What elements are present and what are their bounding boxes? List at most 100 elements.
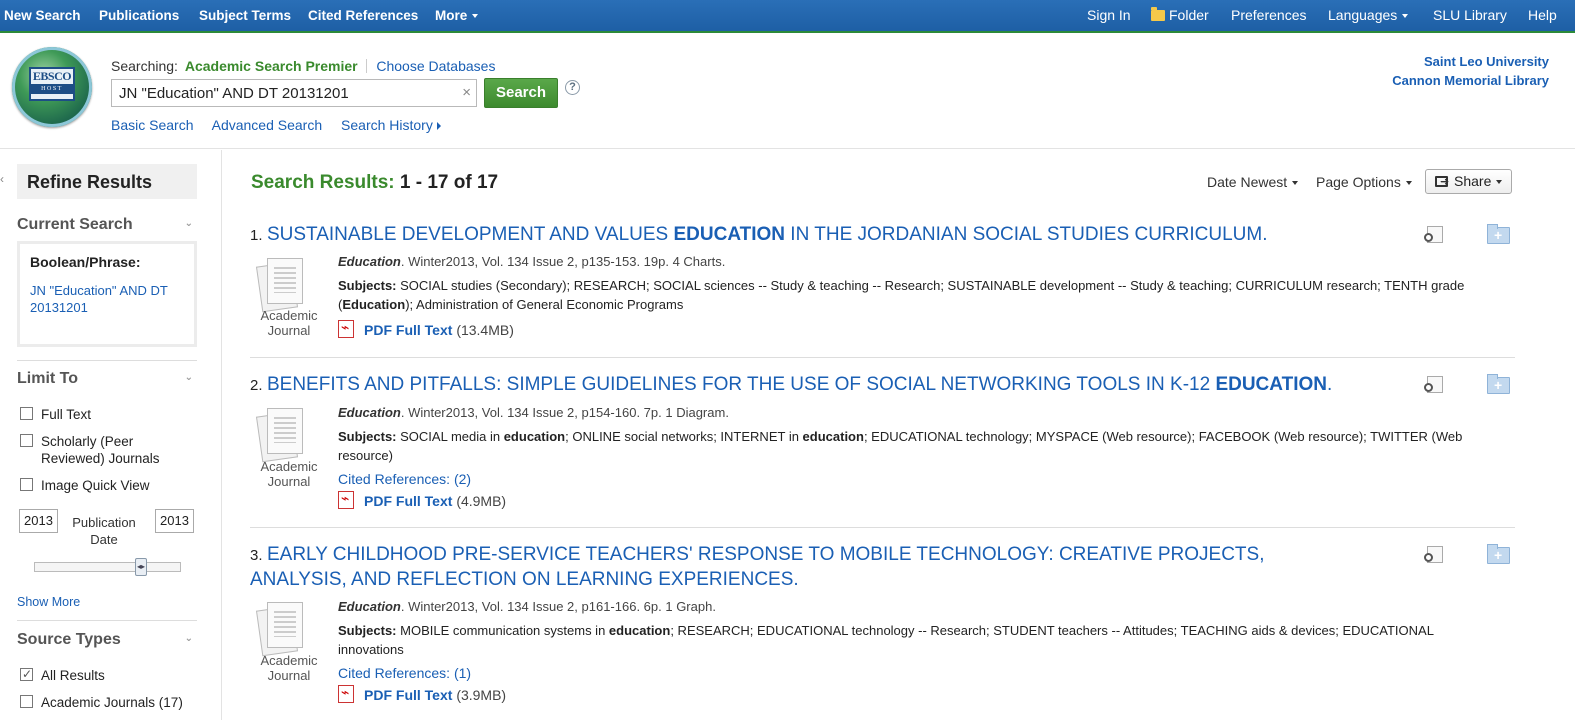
search-mode-links: Basic Search Advanced Search Search Hist… xyxy=(111,117,456,133)
chevron-right-icon xyxy=(436,122,441,130)
add-to-folder-icon[interactable] xyxy=(1487,374,1510,394)
clear-icon[interactable]: × xyxy=(462,84,471,101)
nav-slu-library[interactable]: SLU Library xyxy=(1433,0,1507,31)
pdf-full-text-link[interactable]: PDF Full Text xyxy=(364,493,452,509)
limit-full-text[interactable]: Full Text xyxy=(20,406,91,423)
result-source: Education. Winter2013, Vol. 134 Issue 2,… xyxy=(338,254,725,269)
nav-sign-in[interactable]: Sign In xyxy=(1087,0,1131,31)
refine-sidebar: ‹ Refine Results Current Search ⌄ Boolea… xyxy=(0,150,222,720)
preview-icon[interactable] xyxy=(1424,226,1444,244)
cited-references-link[interactable]: Cited References: (2) xyxy=(338,471,471,487)
year-to-input[interactable]: 2013 xyxy=(155,509,194,533)
type-line: Academic xyxy=(260,459,318,474)
current-search-section-toggle[interactable]: Current Search ⌄ xyxy=(17,216,197,234)
nav-cited-references[interactable]: Cited References xyxy=(308,0,418,31)
result-title-line: 3. EARLY CHILDHOOD PRE-SERVICE TEACHERS'… xyxy=(250,542,1360,592)
pdf-full-text-link[interactable]: PDF Full Text xyxy=(364,687,452,703)
chevron-down-icon xyxy=(1405,181,1412,186)
searching-label: Searching: xyxy=(111,58,178,74)
basic-search-link[interactable]: Basic Search xyxy=(111,117,193,133)
share-button[interactable]: Share xyxy=(1425,169,1512,194)
year-from-input[interactable]: 2013 xyxy=(19,509,58,533)
page-options-dropdown[interactable]: Page Options xyxy=(1316,174,1412,190)
nav-languages-dropdown[interactable]: Languages xyxy=(1328,0,1409,31)
result-number: 1. xyxy=(250,227,263,244)
result-number: 2. xyxy=(250,377,263,394)
academic-journal-icon[interactable] xyxy=(255,256,307,313)
nav-new-search[interactable]: New Search xyxy=(4,0,81,31)
pdf-full-text-row: PDF Full Text (4.9MB) xyxy=(338,490,506,509)
nav-help[interactable]: Help xyxy=(1528,0,1557,31)
subjects-label: Subjects: xyxy=(338,278,397,293)
all-results-label: All Results xyxy=(41,668,105,683)
search-header: EBSCO HOST Searching: Academic Search Pr… xyxy=(0,35,1575,149)
academic-journal-icon[interactable] xyxy=(255,406,307,463)
result-title-link[interactable]: SUSTAINABLE DEVELOPMENT AND VALUES EDUCA… xyxy=(267,224,1268,245)
search-button[interactable]: Search xyxy=(484,78,558,108)
institution-name[interactable]: Saint Leo University Cannon Memorial Lib… xyxy=(1392,52,1549,90)
add-to-folder-icon[interactable] xyxy=(1487,544,1510,564)
academic-journals-checkbox[interactable] xyxy=(20,695,33,708)
nav-more-dropdown[interactable]: More xyxy=(435,0,479,31)
database-name: Academic Search Premier xyxy=(184,58,358,74)
type-line: Academic xyxy=(260,308,318,323)
result-title-link[interactable]: EARLY CHILDHOOD PRE-SERVICE TEACHERS' RE… xyxy=(250,544,1264,590)
full-text-checkbox[interactable] xyxy=(20,407,33,420)
pdf-full-text-link[interactable]: PDF Full Text xyxy=(364,322,452,338)
result-subjects: Subjects: SOCIAL media in education; ONL… xyxy=(338,427,1498,465)
chevron-down-icon xyxy=(1496,180,1503,185)
limit-scholarly[interactable]: Scholarly (Peer Reviewed) Journals xyxy=(20,433,180,467)
result-subjects: Subjects: SOCIAL studies (Secondary); RE… xyxy=(338,276,1498,314)
all-results-checkbox[interactable] xyxy=(20,666,33,683)
results-range: 1 - 17 of 17 xyxy=(399,172,499,193)
academic-journals-label: Academic Journals (17) xyxy=(41,695,183,710)
preview-icon[interactable] xyxy=(1424,376,1444,394)
collapse-sidebar-icon[interactable]: ‹ xyxy=(0,172,4,186)
full-text-label: Full Text xyxy=(41,407,92,422)
result-source: Education. Winter2013, Vol. 134 Issue 2,… xyxy=(338,599,716,614)
advanced-search-link[interactable]: Advanced Search xyxy=(212,117,323,133)
show-more-link[interactable]: Show More xyxy=(17,595,80,609)
help-icon[interactable]: ? xyxy=(565,80,580,95)
divider xyxy=(17,360,197,361)
type-line: Journal xyxy=(267,323,311,338)
image-quick-view-checkbox[interactable] xyxy=(20,478,33,491)
nav-publications[interactable]: Publications xyxy=(99,0,179,31)
boolean-phrase-link[interactable]: JN "Education" AND DT 20131201 xyxy=(30,282,184,316)
cited-references-link[interactable]: Cited References: (1) xyxy=(338,665,471,681)
result-subjects: Subjects: MOBILE communication systems i… xyxy=(338,621,1498,659)
scholarly-checkbox[interactable] xyxy=(20,434,33,447)
source-academic-journals[interactable]: Academic Journals (17) xyxy=(20,694,183,711)
date-range-slider[interactable] xyxy=(34,562,181,572)
subject-highlight: education xyxy=(503,429,566,444)
nav-subject-terms[interactable]: Subject Terms xyxy=(199,0,291,31)
divider xyxy=(17,620,197,621)
source-all-results[interactable]: All Results xyxy=(20,666,105,684)
pdf-icon[interactable] xyxy=(338,319,354,338)
subjects-label: Subjects: xyxy=(338,429,397,444)
nav-more-label: More xyxy=(435,8,468,23)
slider-handle[interactable]: ◂▸ xyxy=(135,558,147,576)
boolean-phrase-label: Boolean/Phrase: xyxy=(30,254,141,270)
academic-journal-icon[interactable] xyxy=(255,600,307,657)
limit-to-title: Limit To xyxy=(17,370,79,387)
pdf-icon[interactable] xyxy=(338,490,354,509)
publication-type-label: Academic Journal xyxy=(250,459,328,489)
result-item: 2. BENEFITS AND PITFALLS: SIMPLE GUIDELI… xyxy=(250,372,1515,522)
search-history-link[interactable]: Search History xyxy=(341,117,441,133)
search-input[interactable]: JN "Education" AND DT 20131201 × xyxy=(111,79,477,107)
source-types-section-toggle[interactable]: Source Types ⌄ xyxy=(17,631,197,649)
preview-icon[interactable] xyxy=(1424,546,1444,564)
result-title-link[interactable]: BENEFITS AND PITFALLS: SIMPLE GUIDELINES… xyxy=(267,374,1332,395)
title-text: EARLY CHILDHOOD PRE-SERVICE TEACHERS' RE… xyxy=(250,544,1265,590)
limit-to-section-toggle[interactable]: Limit To ⌄ xyxy=(17,370,197,388)
sort-dropdown[interactable]: Date Newest xyxy=(1207,174,1299,190)
ebsco-host-logo[interactable]: EBSCO HOST xyxy=(12,47,92,127)
nav-preferences[interactable]: Preferences xyxy=(1231,0,1306,31)
pdf-icon[interactable] xyxy=(338,684,354,703)
nav-folder[interactable]: Folder xyxy=(1151,0,1209,31)
choose-databases-link[interactable]: Choose Databases xyxy=(376,58,495,74)
add-to-folder-icon[interactable] xyxy=(1487,224,1510,244)
limit-image-quick-view[interactable]: Image Quick View xyxy=(20,477,150,494)
type-line: Journal xyxy=(267,474,311,489)
